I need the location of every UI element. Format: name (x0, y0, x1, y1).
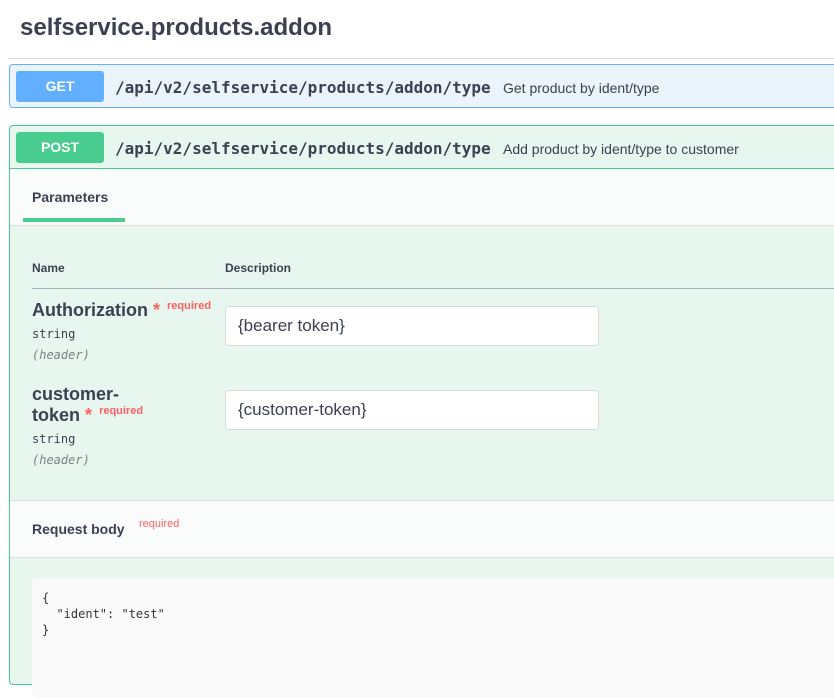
param-customer-token-type: string (32, 432, 76, 446)
param-customer-token-name: customer- token * required (32, 384, 143, 429)
param-authorization-type: string (32, 327, 76, 341)
column-header-divider (32, 288, 834, 289)
get-path[interactable]: /api/v2/selfservice/products/addon/type (115, 78, 491, 97)
get-operation[interactable]: GET /api/v2/selfservice/products/addon/t… (9, 64, 834, 108)
required-label: required (99, 405, 144, 417)
param-name-line1: customer- (32, 384, 120, 404)
param-authorization-location: (header) (32, 348, 90, 362)
param-name-line2: token (32, 405, 81, 425)
post-operation: POST /api/v2/selfservice/products/addon/… (9, 125, 834, 698)
required-star: * (153, 300, 161, 320)
get-method-badge[interactable]: GET (16, 71, 104, 102)
param-customer-token-location: (header) (32, 453, 90, 467)
request-body-required: required (139, 518, 180, 530)
tab-parameters[interactable]: Parameters (32, 189, 108, 205)
post-method-badge[interactable]: POST (16, 132, 104, 163)
request-body-header: Request body required (10, 500, 834, 558)
parameters-tab-bar: Parameters (10, 169, 834, 226)
post-summary[interactable]: Add product by ident/type to customer (503, 141, 739, 157)
section-title[interactable]: selfservice.products.addon (20, 14, 332, 42)
authorization-input[interactable]: {bearer token} (225, 306, 599, 346)
required-label: required (167, 300, 212, 312)
section-divider (8, 58, 834, 59)
param-authorization-name: Authorization * required (32, 300, 211, 324)
post-path[interactable]: /api/v2/selfservice/products/addon/type (115, 139, 491, 158)
request-body-label: Request body (32, 521, 125, 537)
get-summary[interactable]: Get product by ident/type (503, 80, 659, 96)
column-header-name: Name (32, 261, 65, 275)
param-name-label: Authorization (32, 300, 148, 320)
column-header-description: Description (225, 261, 292, 275)
request-body-editor[interactable]: { "ident": "test" } (32, 578, 834, 698)
tab-active-indicator (23, 218, 125, 222)
customer-token-input[interactable]: {customer-token} (225, 390, 599, 430)
required-star: * (85, 405, 93, 425)
